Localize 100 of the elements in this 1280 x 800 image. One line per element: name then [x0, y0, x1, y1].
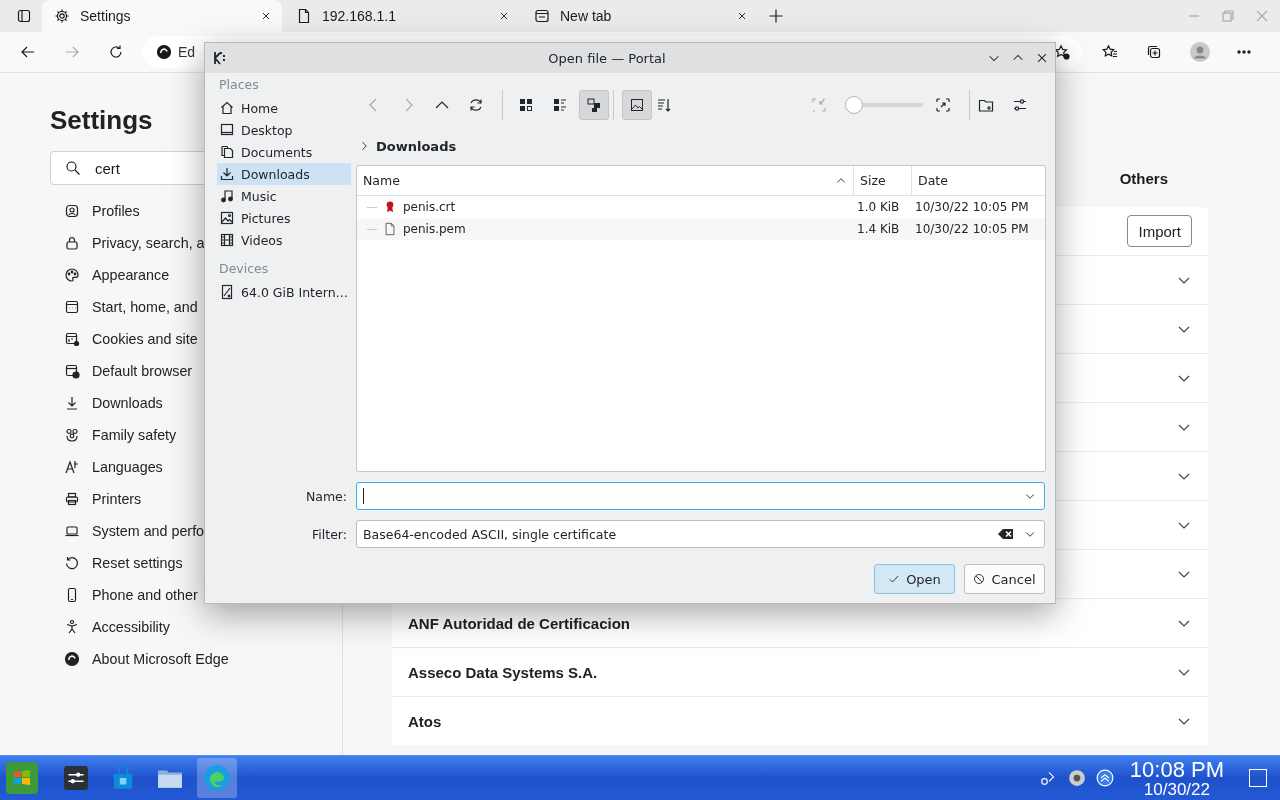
search-icon [65, 160, 81, 176]
close-icon[interactable] [260, 10, 272, 22]
shopping-bag-icon [110, 765, 136, 791]
show-desktop-icon[interactable] [1248, 768, 1268, 788]
breadcrumb-folder[interactable]: Downloads [376, 138, 457, 154]
places-item[interactable]: Home [213, 97, 351, 119]
monitor-icon [219, 122, 235, 138]
clear-icon[interactable] [998, 528, 1014, 540]
edge-logo-icon [64, 651, 80, 667]
browser-tab[interactable]: New tab [522, 0, 758, 32]
cancel-icon [973, 573, 986, 585]
device-item[interactable]: 64.0 GiB Intern… [213, 281, 351, 303]
sliders-icon[interactable] [1012, 97, 1028, 113]
start-button[interactable] [6, 762, 38, 794]
sort-icon[interactable] [656, 97, 672, 113]
check-icon [888, 573, 901, 585]
search-text: cert [95, 159, 120, 177]
name-field[interactable] [356, 482, 1045, 510]
documents-icon [219, 144, 235, 160]
download-icon [64, 395, 80, 411]
devices-header: Devices [218, 260, 270, 278]
nav-item[interactable]: Default browser [50, 355, 342, 387]
film-icon [219, 232, 235, 248]
palette-icon [64, 267, 80, 283]
column-header[interactable]: Name [357, 166, 853, 195]
reload-icon[interactable] [468, 97, 484, 113]
profile-avatar[interactable] [1190, 42, 1210, 62]
profile-icon [64, 203, 80, 219]
new-folder-icon[interactable] [978, 97, 994, 113]
close-icon[interactable] [736, 10, 748, 22]
accessibility-icon [64, 619, 80, 635]
zoom-slider[interactable] [845, 95, 925, 115]
reset-icon [64, 555, 80, 571]
window-gear-icon [64, 331, 80, 347]
document-icon [383, 222, 397, 236]
window-icon [64, 299, 80, 315]
nav-item[interactable]: Reset settings [50, 547, 342, 579]
new-tab-icon[interactable] [768, 8, 784, 24]
file-row[interactable]: penis.crt 1.0 KiB 10/30/22 10:05 PM [357, 196, 1045, 218]
cancel-button[interactable]: Cancel [964, 564, 1045, 594]
sliders-icon [63, 765, 89, 791]
picture-icon [219, 210, 235, 226]
name-label: Name: [304, 488, 347, 504]
reload-icon[interactable] [108, 44, 124, 60]
places-item[interactable]: Videos [213, 229, 351, 251]
collections-icon[interactable] [1146, 44, 1162, 60]
certificate-title: Atos [408, 712, 442, 730]
edge-logo-icon [203, 764, 231, 792]
places-item[interactable]: Desktop [213, 119, 351, 141]
file-row[interactable]: penis.pem 1.4 KiB 10/30/22 10:05 PM [357, 218, 1045, 240]
expand-tray-icon[interactable] [1095, 769, 1114, 787]
browser-tab[interactable]: 192.168.1.1 [284, 0, 520, 32]
places-item[interactable]: Downloads [217, 163, 351, 185]
others-tab[interactable]: Others [1119, 167, 1168, 191]
family-icon [64, 427, 80, 443]
close-icon[interactable] [498, 10, 510, 22]
browser-check-icon [64, 363, 80, 379]
slider-thumb[interactable] [845, 96, 863, 114]
preview-button[interactable] [622, 90, 652, 120]
file-date: 10/30/22 10:05 PM [915, 222, 1029, 236]
back-icon[interactable] [20, 44, 36, 60]
column-header[interactable]: Date [911, 166, 1045, 195]
edge-logo-icon [156, 44, 172, 60]
places-item[interactable]: Pictures [213, 207, 351, 229]
nav-item[interactable]: Accessibility [50, 611, 342, 643]
page-icon [296, 8, 312, 24]
nav-item[interactable]: Phone and other [50, 579, 342, 611]
certificate-title: Asseco Data Systems S.A. [408, 663, 598, 681]
speaker-icon[interactable] [1067, 769, 1086, 787]
printer-icon [64, 491, 80, 507]
open-button[interactable]: Open [874, 564, 955, 594]
windows-logo-icon [12, 768, 32, 788]
tree-view-button[interactable] [579, 90, 609, 120]
grid-icon [518, 97, 534, 113]
import-button[interactable]: Import [1127, 215, 1192, 247]
tree-icon [586, 97, 602, 113]
nav-item[interactable]: Cookies and site [50, 323, 342, 355]
file-date: 10/30/22 10:05 PM [915, 200, 1029, 214]
places-header: Places [218, 76, 260, 94]
nav-item[interactable]: Downloads [50, 387, 342, 419]
places-item[interactable]: Music [213, 185, 351, 207]
language-icon [64, 459, 80, 475]
close-icon[interactable] [1035, 51, 1049, 65]
column-header[interactable]: Size [853, 166, 911, 195]
nav-item[interactable]: Family safety [50, 419, 342, 451]
file-size: 1.4 KiB [857, 222, 900, 236]
lock-icon [64, 235, 80, 251]
certificate-title: ANF Autoridad de Certificacion [408, 614, 630, 632]
gear-icon [54, 8, 70, 24]
browser-tab[interactable]: Settings [42, 0, 282, 32]
kde-logo-icon [211, 50, 227, 66]
nav-item[interactable]: Languages [50, 451, 342, 483]
nav-item[interactable]: About Microsoft Edge [50, 643, 342, 675]
drive-icon [219, 284, 235, 300]
favorites-icon[interactable] [1102, 44, 1118, 60]
zoom-in-icon[interactable] [935, 97, 951, 113]
tab-actions-icon[interactable] [16, 8, 32, 24]
clock-date: 10/30/22 [1143, 780, 1210, 798]
filter-field[interactable]: Base64-encoded ASCII, single certificate [356, 520, 1045, 548]
star-plus-icon[interactable] [1054, 44, 1070, 60]
